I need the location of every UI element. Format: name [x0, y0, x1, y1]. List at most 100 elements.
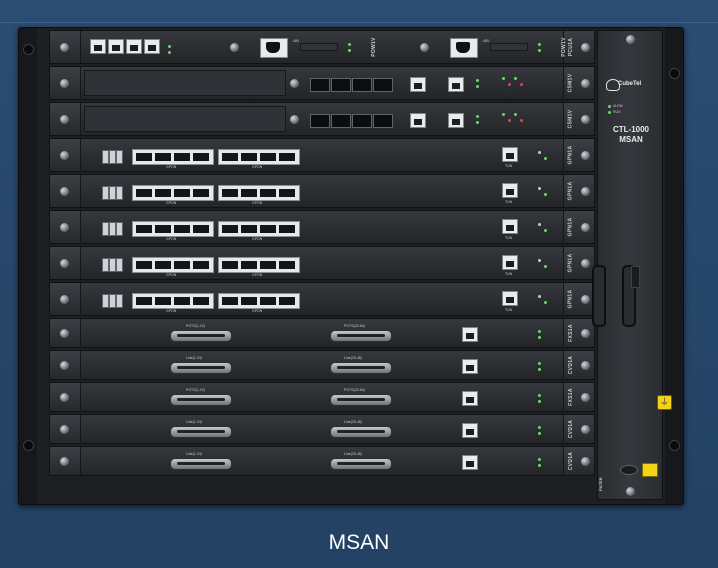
gpon-port-group[interactable]	[132, 149, 214, 165]
gpon-port-icon[interactable]	[174, 297, 190, 305]
dsub-connector-icon[interactable]	[170, 330, 232, 342]
ethernet-port-icon[interactable]	[126, 39, 142, 54]
gpon-port-group[interactable]	[218, 293, 300, 309]
gpon-port-icon[interactable]	[279, 297, 295, 305]
line-card-dsub[interactable]: FXS1A POTS(1-32) POTS(33-64)	[49, 318, 595, 348]
ethernet-port-icon[interactable]	[462, 455, 478, 470]
gpon-port-icon[interactable]	[222, 225, 238, 233]
ethernet-port-icon[interactable]	[90, 39, 106, 54]
sfp-port-icon[interactable]	[331, 114, 351, 128]
uplink-sfp-icon[interactable]	[116, 222, 123, 236]
ethernet-port-icon[interactable]	[462, 359, 478, 374]
uplink-sfp-icon[interactable]	[109, 258, 116, 272]
uplink-sfp-icon[interactable]	[109, 222, 116, 236]
uplink-sfp-icon[interactable]	[102, 222, 109, 236]
ethernet-port-icon[interactable]	[502, 291, 518, 306]
sfp-port-icon[interactable]	[373, 114, 393, 128]
gpon-port-icon[interactable]	[241, 225, 257, 233]
gpon-port-icon[interactable]	[279, 261, 295, 269]
ethernet-port-icon[interactable]	[462, 391, 478, 406]
gpon-port-icon[interactable]	[260, 225, 276, 233]
gpon-port-group[interactable]	[132, 257, 214, 273]
gpon-port-icon[interactable]	[136, 261, 152, 269]
line-card-gpon[interactable]: GPN1A GPON GPON TUN	[49, 282, 595, 316]
gpon-port-icon[interactable]	[260, 189, 276, 197]
sfp-port-icon[interactable]	[352, 114, 372, 128]
dsub-connector-icon[interactable]	[330, 362, 392, 374]
ethernet-port-icon[interactable]	[410, 77, 426, 92]
dsub-connector-icon[interactable]	[330, 458, 392, 470]
gpon-port-icon[interactable]	[193, 225, 209, 233]
gpon-port-icon[interactable]	[136, 297, 152, 305]
sfp-port-icon[interactable]	[310, 114, 330, 128]
gpon-port-group[interactable]	[132, 293, 214, 309]
sfp-port-icon[interactable]	[373, 78, 393, 92]
gpon-port-icon[interactable]	[155, 189, 171, 197]
ethernet-port-icon[interactable]	[462, 327, 478, 342]
uplink-sfp-icon[interactable]	[109, 294, 116, 308]
gpon-port-icon[interactable]	[279, 189, 295, 197]
power-connector-icon[interactable]	[260, 38, 288, 58]
gpon-port-icon[interactable]	[279, 225, 295, 233]
uplink-sfp-icon[interactable]	[102, 258, 109, 272]
line-card-gpon[interactable]: GPN1A GPON GPON TUN	[49, 210, 595, 244]
gpon-port-icon[interactable]	[155, 153, 171, 161]
gpon-port-group[interactable]	[218, 257, 300, 273]
sfp-port-icon[interactable]	[310, 78, 330, 92]
dsub-connector-icon[interactable]	[330, 394, 392, 406]
gpon-port-group[interactable]	[218, 221, 300, 237]
ethernet-port-icon[interactable]	[462, 423, 478, 438]
dsub-connector-icon[interactable]	[330, 426, 392, 438]
uplink-sfp-icon[interactable]	[116, 294, 123, 308]
sfp-port-icon[interactable]	[331, 78, 351, 92]
gpon-port-icon[interactable]	[174, 261, 190, 269]
line-card-csm[interactable]: CSM1V	[49, 102, 595, 136]
ethernet-port-icon[interactable]	[502, 147, 518, 162]
line-card-pcu[interactable]: PCU1A -48V POW1V -48V POW1V	[49, 30, 595, 64]
line-card-gpon[interactable]: GPN1A GPON GPON TUN	[49, 138, 595, 172]
gpon-port-icon[interactable]	[155, 297, 171, 305]
sfp-port-icon[interactable]	[352, 78, 372, 92]
gpon-port-icon[interactable]	[260, 297, 276, 305]
gpon-port-icon[interactable]	[174, 153, 190, 161]
uplink-sfp-icon[interactable]	[116, 150, 123, 164]
ethernet-port-icon[interactable]	[502, 219, 518, 234]
dsub-connector-icon[interactable]	[330, 330, 392, 342]
gpon-port-icon[interactable]	[222, 189, 238, 197]
uplink-sfp-icon[interactable]	[109, 150, 116, 164]
uplink-sfp-icon[interactable]	[116, 186, 123, 200]
gpon-port-icon[interactable]	[155, 261, 171, 269]
gpon-port-group[interactable]	[218, 149, 300, 165]
gpon-port-icon[interactable]	[174, 225, 190, 233]
line-card-gpon[interactable]: GPN1A GPON GPON TUN	[49, 174, 595, 208]
ethernet-port-icon[interactable]	[108, 39, 124, 54]
panel-handle-left[interactable]	[592, 265, 606, 327]
console-port-icon[interactable]	[448, 113, 464, 128]
console-port-icon[interactable]	[448, 77, 464, 92]
gpon-port-icon[interactable]	[241, 261, 257, 269]
gpon-port-group[interactable]	[132, 221, 214, 237]
power-switch-slot[interactable]	[300, 43, 338, 51]
gpon-port-icon[interactable]	[222, 153, 238, 161]
gpon-port-icon[interactable]	[136, 225, 152, 233]
gpon-port-icon[interactable]	[260, 153, 276, 161]
gpon-port-icon[interactable]	[136, 153, 152, 161]
line-card-dsub[interactable]: CVD1A Line(1-24) Line(25-48)	[49, 446, 595, 476]
line-card-csm[interactable]: CSM1V	[49, 66, 595, 100]
line-card-dsub[interactable]: CVD1A Line(1-24) Line(25-48)	[49, 350, 595, 380]
ethernet-port-icon[interactable]	[502, 183, 518, 198]
gpon-port-group[interactable]	[218, 185, 300, 201]
gpon-port-icon[interactable]	[174, 189, 190, 197]
ethernet-port-icon[interactable]	[502, 255, 518, 270]
gpon-port-icon[interactable]	[241, 189, 257, 197]
gpon-port-icon[interactable]	[222, 297, 238, 305]
line-card-dsub[interactable]: CVD1A Line(1-24) Line(25-48)	[49, 414, 595, 444]
dsub-connector-icon[interactable]	[170, 458, 232, 470]
power-switch-slot[interactable]	[490, 43, 528, 51]
ethernet-port-icon[interactable]	[410, 113, 426, 128]
uplink-sfp-icon[interactable]	[109, 186, 116, 200]
gpon-port-icon[interactable]	[155, 225, 171, 233]
gpon-port-icon[interactable]	[193, 261, 209, 269]
gpon-port-icon[interactable]	[279, 153, 295, 161]
ethernet-port-icon[interactable]	[144, 39, 160, 54]
